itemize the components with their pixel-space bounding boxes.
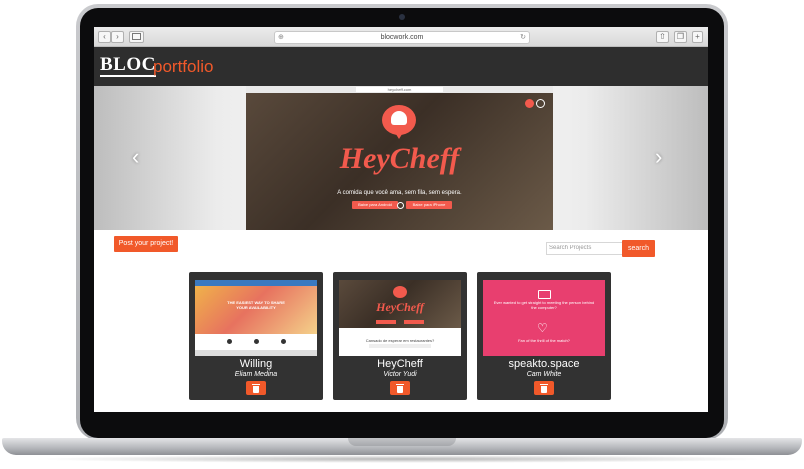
carousel-slide[interactable]: heycheff.com HeyCheff A comida que você … (246, 86, 553, 230)
back-button[interactable]: ‹ (98, 31, 111, 43)
feature-icon (281, 339, 286, 344)
logo-bloc[interactable]: BLOC (100, 55, 156, 77)
tabs-icon: ❐ (676, 32, 685, 41)
sidebar-icon (132, 33, 141, 40)
slide-iphone-button[interactable]: Baixe para iPhone (406, 201, 452, 209)
webcam-icon (399, 14, 405, 20)
sidebar-toggle-button[interactable] (129, 31, 144, 43)
delete-button[interactable] (534, 381, 554, 395)
trash-icon (252, 384, 260, 393)
project-card-speakto[interactable]: Ever wanted to get straight to meeting t… (477, 272, 611, 400)
feature-icon (227, 339, 232, 344)
slide-android-button[interactable]: Baixe para Android (352, 201, 398, 209)
project-thumbnail[interactable]: THE EASIEST WAY TO SHARE YOUR AVAILABILI… (195, 280, 317, 356)
project-carousel: ‹ › heycheff.com HeyCheff A comida que v… (94, 86, 708, 230)
slide-badge-icon (525, 99, 534, 108)
url-text: blocwork.com (380, 34, 424, 41)
chef-hat-icon (391, 111, 407, 125)
new-tab-button[interactable]: + (692, 31, 703, 43)
chef-bubble-icon (393, 286, 407, 298)
thumb-hero-image (195, 286, 317, 334)
slide-browser-bar: heycheff.com (246, 86, 553, 93)
slide-title: HeyCheff (339, 142, 460, 175)
thumb-question: Cansado de esperar em restaurantes? (365, 338, 435, 343)
slide-url: heycheff.com (356, 87, 443, 92)
share-icon: ⇧ (659, 32, 666, 41)
project-title: Willing (239, 358, 273, 370)
forward-arrow-icon: › (116, 32, 119, 41)
trash-icon (540, 384, 548, 393)
heart-icon: ♡ (537, 321, 548, 335)
thumb-button (404, 320, 424, 324)
project-thumbnail[interactable]: Ever wanted to get straight to meeting t… (483, 280, 605, 356)
thumb-text-secondary: Fan of the thrill of the match? (518, 338, 570, 343)
share-button[interactable]: ⇧ (656, 31, 669, 43)
search-input[interactable] (546, 242, 624, 255)
project-author: Cam White (526, 371, 562, 378)
project-title: HeyCheff (377, 358, 423, 370)
address-bar[interactable]: ⊕ blocwork.com ↻ (274, 31, 530, 44)
carousel-prev-icon[interactable]: ‹ (132, 144, 139, 170)
chef-bubble-tail (394, 131, 404, 139)
project-author: Victor Yudi (383, 371, 417, 378)
camera-icon (538, 290, 551, 299)
slide-indicator[interactable] (397, 202, 404, 209)
plus-icon: + (695, 32, 700, 41)
tabs-button[interactable]: ❐ (674, 31, 687, 43)
feature-icon (254, 339, 259, 344)
carousel-next-icon[interactable]: › (655, 144, 662, 170)
thumb-title: HeyCheff (376, 300, 424, 314)
slide-user-icon (536, 99, 545, 108)
project-author: Eliam Medina (234, 371, 278, 378)
trash-icon (396, 384, 404, 393)
post-project-button[interactable]: Post your project! (114, 236, 178, 252)
search-button[interactable]: search (622, 240, 655, 257)
slide-tagline: A comida que você ama, sem fila, sem esp… (337, 190, 462, 196)
thumb-hero-text: THE EASIEST WAY TO SHARE YOUR AVAILABILI… (227, 300, 285, 310)
delete-button[interactable] (390, 381, 410, 395)
project-card-heycheff[interactable]: HeyCheff Cansado de esperar em restauran… (333, 272, 467, 400)
browser-toolbar: ‹ › ⊕ blocwork.com ↻ ⇧ ❐ + (94, 27, 708, 47)
reload-icon[interactable]: ↻ (520, 32, 526, 43)
thumb-button (376, 320, 396, 324)
thumb-footer (195, 350, 317, 356)
laptop-shadow (30, 455, 774, 463)
site-header: BLOC portfolio (94, 47, 708, 86)
thumb-input (369, 344, 431, 348)
laptop-screen: ‹ › ⊕ blocwork.com ↻ ⇧ ❐ + BLOC portfoli… (94, 27, 708, 412)
back-arrow-icon: ‹ (103, 32, 106, 41)
thumb-text: Ever wanted to get straight to meeting t… (493, 300, 595, 310)
forward-button[interactable]: › (111, 31, 124, 43)
laptop-notch (348, 438, 456, 446)
project-thumbnail[interactable]: HeyCheff Cansado de esperar em restauran… (339, 280, 461, 356)
delete-button[interactable] (246, 381, 266, 395)
lock-icon: ⊕ (278, 34, 284, 41)
logo-portfolio[interactable]: portfolio (153, 57, 213, 77)
project-card-willing[interactable]: THE EASIEST WAY TO SHARE YOUR AVAILABILI… (189, 272, 323, 400)
project-title: speakto.space (508, 358, 580, 370)
